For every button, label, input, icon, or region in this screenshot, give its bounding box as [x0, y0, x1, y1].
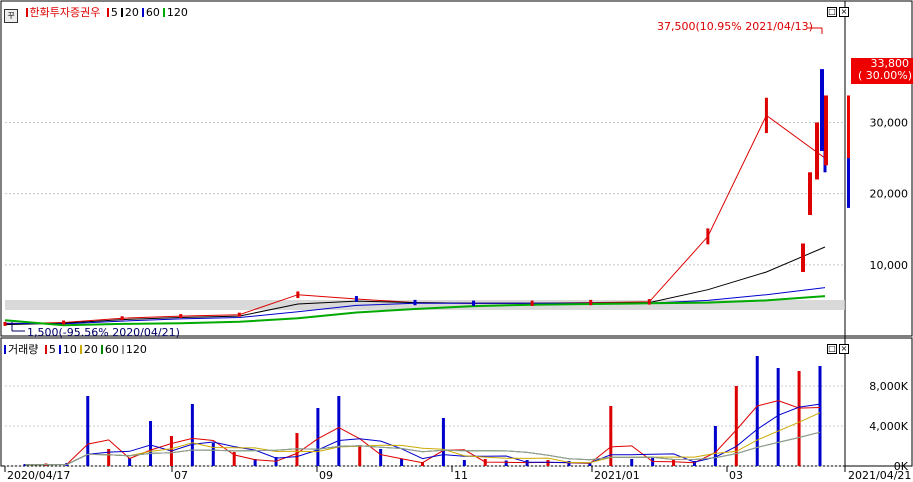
x-tick-label: 07	[174, 469, 188, 482]
current-price-badge: 33,800 ( 30.00%)	[851, 58, 913, 84]
volume-bar	[107, 449, 111, 466]
price-candle	[354, 296, 358, 302]
volume-tick-label: 4,000K	[869, 420, 908, 433]
volume-bar	[86, 396, 90, 466]
x-tick-label: 2021/04/21	[848, 469, 911, 482]
legend-swatch	[120, 8, 123, 17]
volume-ma-line-5	[24, 400, 821, 466]
x-tick-label: 11	[454, 469, 468, 482]
price-candle	[801, 243, 805, 272]
x-tick-label: 09	[319, 469, 333, 482]
volume-bar	[546, 460, 550, 466]
legend-swatch	[162, 8, 165, 17]
legend-ma-label: 10	[62, 343, 77, 356]
legend-ma-label: 60	[104, 343, 119, 356]
price-candle	[820, 69, 824, 151]
price-candle	[530, 300, 534, 306]
price-legend: 꾸 한화투자증권우 5 20 60 120	[4, 6, 188, 23]
price-panel-close-button[interactable]: ×	[839, 7, 849, 17]
price-candle	[824, 95, 828, 166]
chart-canvas: 10,00020,00030,0000K4,000K8,000K2020/04/…	[0, 0, 913, 482]
volume-bar	[630, 459, 634, 466]
price-candle	[706, 228, 710, 245]
volume-bar	[337, 396, 341, 466]
legend-swatch	[79, 345, 82, 354]
volume-bar	[504, 460, 508, 466]
legend-swatch	[58, 345, 61, 354]
legend-swatch	[121, 345, 124, 354]
price-candle	[472, 300, 476, 306]
volume-ma-legend: 5 10 20 60 120	[42, 343, 147, 357]
volume-bar	[295, 433, 299, 466]
volume-bar	[379, 449, 383, 466]
legend-swatch	[44, 345, 47, 354]
volume-bar	[400, 459, 404, 466]
current-change: ( 30.00%)	[857, 69, 912, 82]
volume-bar	[797, 371, 801, 466]
volume-bar	[818, 366, 822, 466]
legend-ma-label: 5	[48, 343, 56, 356]
price-candle	[296, 291, 300, 299]
price-panel-toggle-icon[interactable]: 꾸	[4, 9, 18, 23]
legend-swatch	[141, 8, 144, 17]
volume-bar	[128, 458, 132, 466]
legend-swatch	[100, 345, 103, 354]
volume-bar	[462, 460, 466, 466]
volume-legend: 거래량 5 10 20 60 120	[4, 343, 147, 357]
legend-ma-label: 20	[124, 6, 139, 19]
volume-label: 거래량	[8, 343, 39, 356]
legend-swatch	[25, 8, 28, 17]
stock-name-label: 한화투자증권우	[29, 6, 101, 19]
price-candle	[764, 97, 768, 134]
price-candle	[237, 312, 241, 317]
price-ma-legend: 5 20 60 120	[104, 6, 188, 20]
volume-panel-frame	[0, 337, 913, 467]
volume-bar	[190, 404, 194, 466]
price-candle	[589, 299, 593, 306]
price-candle	[3, 321, 7, 326]
volume-panel-close-button[interactable]: ×	[839, 344, 849, 354]
legend-ma-label: 120	[125, 343, 147, 356]
legend-ma-label: 120	[166, 6, 188, 19]
volume-bar	[776, 368, 780, 466]
ma-line-5	[4, 114, 826, 325]
volume-panel-maximize-button[interactable]: □	[827, 344, 837, 354]
legend-ma-label: 20	[83, 343, 98, 356]
current-bar-up	[847, 95, 850, 159]
price-candle	[413, 299, 417, 306]
x-tick-label: 2021/01	[594, 469, 640, 482]
volume-tick-label: 8,000K	[869, 380, 908, 393]
current-bar-down	[847, 158, 850, 208]
legend-ma-label: 60	[145, 6, 160, 19]
price-panel-frame	[0, 0, 913, 337]
price-tick-label: 30,000	[870, 117, 909, 130]
volume-bar	[316, 408, 320, 466]
legend-swatch	[106, 8, 109, 17]
volume-bar	[441, 418, 445, 466]
volume-bar	[755, 356, 759, 466]
price-candle	[815, 122, 819, 180]
volume-bar	[149, 421, 153, 466]
price-candle	[647, 299, 651, 305]
volume-bar	[358, 445, 362, 466]
price-tick-label: 10,000	[870, 259, 909, 272]
low-annotation: 1,500(-95.56% 2020/04/21)	[27, 326, 180, 339]
volume-bar	[713, 426, 717, 466]
price-panel-maximize-button[interactable]: □	[827, 7, 837, 17]
volume-bar	[211, 443, 215, 466]
price-candle	[120, 316, 124, 321]
legend-ma-label: 5	[110, 6, 118, 19]
price-candle	[62, 320, 66, 325]
price-candle	[179, 314, 183, 319]
legend-swatch	[4, 345, 6, 354]
x-tick-label: 2020/04/17	[7, 469, 70, 482]
x-tick-label: 03	[729, 469, 743, 482]
high-annotation: 37,500(10.95% 2021/04/13)	[657, 20, 813, 33]
price-candle	[808, 172, 812, 216]
volume-bar	[672, 460, 676, 466]
volume-ma-line-20	[24, 412, 821, 466]
stock-chart-window: { "price_legend": { "name": "한화투자증권우", "…	[0, 0, 913, 482]
price-tick-label: 20,000	[870, 188, 909, 201]
ma-line-20	[4, 246, 826, 326]
